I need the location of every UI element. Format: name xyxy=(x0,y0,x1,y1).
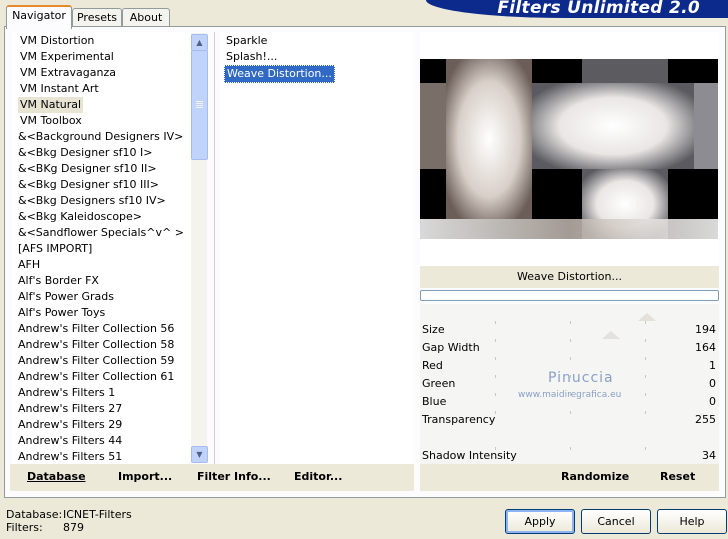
category-item[interactable]: [AFS IMPORT] xyxy=(16,241,94,257)
param-label: Transparency xyxy=(422,413,496,426)
category-item[interactable]: AFH xyxy=(16,257,42,273)
param-row[interactable]: Shadow Intensity 34 xyxy=(420,447,719,465)
tab-navigator[interactable]: Navigator xyxy=(6,5,72,29)
category-item[interactable]: &<Bkg Designer sf10 III> xyxy=(16,177,161,193)
param-value: 0 xyxy=(709,395,716,408)
category-item[interactable]: Alf's Power Grads xyxy=(16,289,116,305)
category-item[interactable]: &<Bkg Designers sf10 IV> xyxy=(16,193,168,209)
category-item[interactable]: Andrew's Filter Collection 59 xyxy=(16,353,176,369)
category-item[interactable]: &<Bkg Designer sf10 I> xyxy=(16,145,155,161)
preview-panel xyxy=(420,32,719,266)
param-row[interactable]: Gap Width 164 xyxy=(420,331,719,357)
param-value: 194 xyxy=(695,323,716,336)
category-item[interactable]: Alf's Power Toys xyxy=(16,305,107,321)
filter-item[interactable]: Splash!... xyxy=(224,49,279,65)
param-value: 0 xyxy=(709,377,716,390)
param-row[interactable]: Green 0 xyxy=(420,375,719,393)
slider-marker[interactable] xyxy=(602,331,620,339)
tab-about[interactable]: About xyxy=(122,8,170,27)
param-label: Blue xyxy=(422,395,447,408)
param-value: 164 xyxy=(695,341,716,354)
import-button[interactable]: Import... xyxy=(118,470,172,483)
category-item[interactable]: Alf's Border FX xyxy=(16,273,101,289)
category-item[interactable]: Andrew's Filter Collection 61 xyxy=(16,369,176,385)
category-item[interactable]: &<Background Designers IV> xyxy=(16,129,185,145)
cancel-button[interactable]: Cancel xyxy=(581,509,651,534)
database-button-label: Database xyxy=(27,470,86,483)
filter-list[interactable]: Sparkle Splash!... Weave Distortion... xyxy=(220,32,414,464)
category-item[interactable]: &<Sandflower Specials^v^ > xyxy=(16,225,186,241)
scroll-thumb[interactable] xyxy=(191,50,208,160)
category-list[interactable]: VM Distortion VM Experimental VM Extravaga… xyxy=(12,32,207,464)
param-value: 255 xyxy=(695,413,716,426)
parameter-panel: Pinuccia www.maidiregrafica.eu Size194Ga… xyxy=(420,304,719,464)
filters-label: Filters: xyxy=(6,521,43,534)
help-button[interactable]: Help xyxy=(657,509,727,534)
category-item[interactable]: VM Experimental xyxy=(18,49,116,65)
preview-image xyxy=(420,59,718,239)
category-item[interactable]: &<BKg Designer sf10 II> xyxy=(16,161,159,177)
category-item[interactable]: VM Instant Art xyxy=(18,81,101,97)
slider-marker[interactable] xyxy=(638,313,656,321)
param-label: Green xyxy=(422,377,456,390)
category-item[interactable]: Andrew's Filters 51 xyxy=(16,449,124,464)
param-row[interactable]: Size 194 xyxy=(420,313,719,339)
category-item[interactable]: VM Distortion xyxy=(18,33,96,49)
tab-presets[interactable]: Presets xyxy=(72,8,122,27)
param-label: Shadow Intensity xyxy=(422,449,517,462)
category-item[interactable]: Andrew's Filters 27 xyxy=(16,401,124,417)
param-value: 34 xyxy=(702,449,716,462)
scroll-up-arrow-icon[interactable]: ▲ xyxy=(191,34,208,51)
brand-banner: Filters Unlimited 2.0 xyxy=(426,0,728,18)
category-item[interactable]: VM Toolbox xyxy=(18,113,84,129)
param-value: 1 xyxy=(709,359,716,372)
filter-item[interactable]: Sparkle xyxy=(224,33,269,49)
filter-info-button[interactable]: Filter Info... xyxy=(197,470,271,483)
apply-button[interactable]: Apply xyxy=(505,509,575,534)
list-button-bar: Database Import... Filter Info... Editor… xyxy=(10,464,414,491)
category-item[interactable]: &<Bkg Kaleidoscope> xyxy=(16,209,144,225)
editor-button[interactable]: Editor... xyxy=(294,470,342,483)
database-value: ICNET-Filters xyxy=(63,508,132,521)
preview-filter-name: Weave Distortion... xyxy=(420,266,719,288)
category-item[interactable]: Andrew's Filter Collection 58 xyxy=(16,337,176,353)
param-label: Red xyxy=(422,359,443,372)
param-row[interactable]: Transparency 255 xyxy=(420,411,719,429)
reset-button[interactable]: Reset xyxy=(660,470,695,483)
divider xyxy=(214,32,215,464)
category-item[interactable]: Andrew's Filters 1 xyxy=(16,385,117,401)
database-label: Database: xyxy=(6,508,63,521)
filter-item[interactable]: Weave Distortion... xyxy=(224,65,335,83)
preset-button-bar: Randomize Reset xyxy=(420,464,719,491)
category-item[interactable]: Andrew's Filters 29 xyxy=(16,417,124,433)
progress-bar xyxy=(420,290,719,301)
category-item[interactable]: Andrew's Filters 44 xyxy=(16,433,124,449)
category-item[interactable]: VM Natural xyxy=(18,97,84,113)
brand-title: Filters Unlimited 2.0 xyxy=(497,0,700,18)
param-label: Gap Width xyxy=(422,341,480,354)
param-label: Size xyxy=(422,323,445,336)
database-button[interactable]: Database xyxy=(27,470,86,483)
param-row[interactable]: Red 1 xyxy=(420,357,719,375)
category-item[interactable]: VM Extravaganza xyxy=(18,65,118,81)
scroll-down-arrow-icon[interactable]: ▼ xyxy=(191,446,208,463)
category-item[interactable]: Andrew's Filter Collection 56 xyxy=(16,321,176,337)
filters-count: 879 xyxy=(63,521,84,534)
category-scrollbar[interactable]: ▲ ▼ xyxy=(191,33,208,463)
param-row[interactable]: Blue 0 xyxy=(420,393,719,411)
randomize-button[interactable]: Randomize xyxy=(561,470,629,483)
